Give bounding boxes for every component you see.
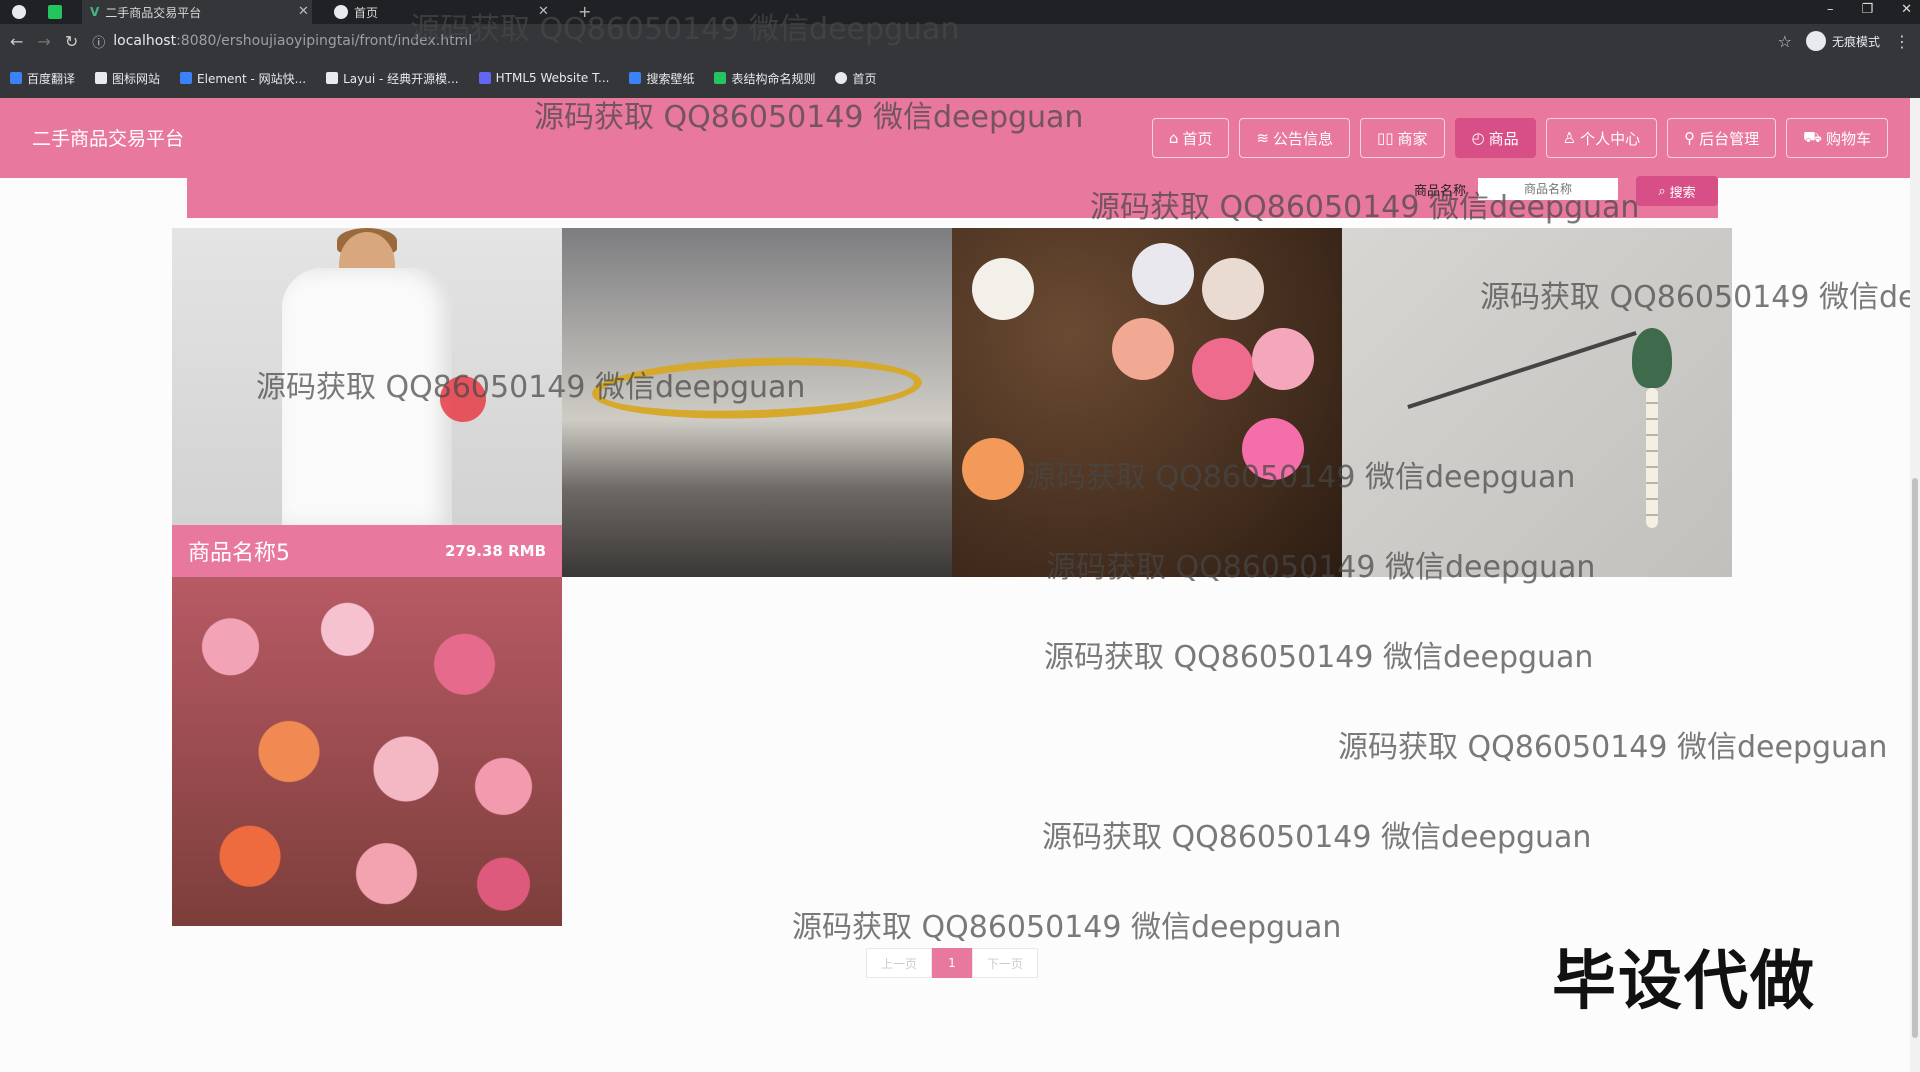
back-icon[interactable]: ← — [10, 32, 23, 51]
page-scrollbar[interactable] — [1910, 98, 1920, 1072]
site-header: 二手商品交易平台 ⌂ 首页 ≋ 公告信息 ▯▯ 商家 ◴ 商品 ♙ 个人中心 ⚲ 后台管理 … — [0, 98, 1910, 178]
product-card[interactable]: 商品名称5 279.38 RMB — [172, 228, 562, 577]
nav-home[interactable]: ⌂ 首页 — [1151, 118, 1230, 158]
bookmark-item[interactable]: 百度翻译 — [10, 70, 75, 87]
incognito-icon — [1805, 31, 1826, 51]
product-price: 279.38 RMB — [444, 542, 546, 560]
window-controls: – ❐ ✕ — [1827, 2, 1912, 17]
browser-chrome: V 二手商品交易平台 ✕ 首页 ✕ + – ❐ ✕ ← → ↻ ⓘ localh… — [0, 0, 1920, 98]
reload-icon[interactable]: ↻ — [65, 32, 78, 51]
bookmark-item[interactable]: Element - 网站快... — [180, 70, 306, 87]
main-nav: ⌂ 首页 ≋ 公告信息 ▯▯ 商家 ◴ 商品 ♙ 个人中心 ⚲ 后台管理 ⛟ 购物车 — [1151, 118, 1888, 158]
user-icon: ♙ — [1562, 129, 1577, 147]
pinned-tab[interactable] — [40, 0, 70, 24]
shop-icon: ▯▯ — [1376, 129, 1394, 147]
restore-icon[interactable]: ❐ — [1861, 2, 1873, 17]
site-brand[interactable]: 二手商品交易平台 — [32, 124, 184, 151]
product-icon: ◴ — [1471, 129, 1485, 147]
browser-menu-icon[interactable] — [4, 0, 34, 24]
vue-icon: V — [90, 5, 100, 19]
product-card[interactable] — [952, 228, 1342, 577]
incognito-label: 无痕模式 — [1831, 34, 1880, 49]
watermark: 源码获取 QQ86050149 微信deepguan — [1044, 640, 1594, 675]
globe-icon — [835, 72, 848, 84]
product-card[interactable] — [562, 228, 952, 577]
product-card[interactable] — [1342, 228, 1732, 577]
product-caption: 商品名称5 279.38 RMB — [172, 525, 562, 577]
search-button[interactable]: ⌕ 搜索 — [1636, 176, 1718, 206]
next-page-button[interactable]: 下一页 — [972, 948, 1038, 978]
bookmark-icon — [629, 72, 642, 84]
url-host: localhost — [113, 33, 177, 49]
nav-cart[interactable]: ⛟ 购物车 — [1786, 118, 1888, 158]
close-tab-icon[interactable]: ✕ — [538, 4, 549, 19]
bookmark-item[interactable]: 首页 — [835, 70, 877, 87]
prev-page-button[interactable]: 上一页 — [866, 948, 932, 978]
pagination: 上一页 1 下一页 — [866, 948, 1038, 978]
bookmarks-bar: 百度翻译 图标网站 Element - 网站快... Layui - 经典开源模… — [0, 58, 1920, 98]
tab-strip: V 二手商品交易平台 ✕ 首页 ✕ + – ❐ ✕ — [0, 0, 1920, 24]
link-icon: ⚲ — [1684, 129, 1696, 147]
product-name: 商品名称5 — [188, 541, 290, 566]
page-1-button[interactable]: 1 — [932, 948, 972, 978]
url-field[interactable]: ⓘ localhost:8080/ershoujiaoyipingtai/fro… — [92, 32, 1763, 51]
info-icon[interactable]: ⓘ — [92, 32, 105, 51]
url-path: :8080/ershoujiaoyipingtai/front/index.ht… — [176, 33, 473, 49]
product-image-makeup-set — [952, 228, 1342, 577]
cart-icon: ⛟ — [1803, 128, 1822, 146]
globe-icon — [334, 5, 348, 19]
incognito-indicator[interactable]: 无痕模式 — [1805, 31, 1880, 51]
bookmark-item[interactable]: HTML5 Website T... — [478, 71, 609, 85]
watermark: 源码获取 QQ86050149 微信deepguan — [1042, 820, 1592, 855]
nav-admin[interactable]: ⚲ 后台管理 — [1667, 118, 1777, 158]
promo-stamp: 毕设代做 — [1552, 945, 1816, 1019]
tab-platform[interactable]: V 二手商品交易平台 — [82, 0, 312, 24]
bookmark-item[interactable]: 图标网站 — [95, 70, 160, 87]
product-image-gold-chain — [562, 228, 952, 577]
product-image-hairpin — [1342, 228, 1732, 577]
bookmark-item[interactable]: 表结构命名规则 — [714, 70, 815, 87]
bulletin-icon: ≋ — [1256, 129, 1269, 147]
home-icon: ⌂ — [1168, 129, 1179, 147]
bookmark-icon — [180, 72, 193, 84]
bookmark-icon — [95, 72, 108, 84]
nav-profile[interactable]: ♙ 个人中心 — [1545, 118, 1658, 158]
address-bar: ← → ↻ ⓘ localhost:8080/ershoujiaoyipingt… — [0, 24, 1920, 58]
bookmark-item[interactable]: 搜索壁纸 — [629, 70, 694, 87]
scrollbar-thumb[interactable] — [1912, 478, 1918, 1038]
forward-icon[interactable]: → — [37, 32, 50, 51]
bookmark-icon — [326, 72, 339, 84]
nav-bulletin[interactable]: ≋ 公告信息 — [1239, 118, 1350, 158]
search-input[interactable] — [1478, 178, 1618, 200]
nav-merchant[interactable]: ▯▯ 商家 — [1359, 118, 1445, 158]
star-icon[interactable]: ☆ — [1778, 32, 1792, 51]
product-image-flowers — [172, 577, 562, 926]
more-menu-icon[interactable]: ⋮ — [1894, 32, 1910, 51]
watermark: 源码获取 QQ86050149 微信deepguan — [1338, 730, 1888, 765]
tab-home[interactable]: 首页 — [326, 0, 556, 24]
close-window-icon[interactable]: ✕ — [1901, 2, 1912, 17]
plus-icon[interactable]: + — [578, 2, 591, 21]
bookmark-item[interactable]: Layui - 经典开源模... — [326, 70, 459, 87]
search-label: 商品名称 — [1413, 184, 1466, 199]
close-tab-icon[interactable]: ✕ — [298, 4, 309, 19]
product-card[interactable] — [172, 577, 562, 926]
watermark: 源码获取 QQ86050149 微信deepguan — [792, 910, 1342, 945]
cursor-highlight — [440, 376, 486, 422]
bookmark-icon — [714, 72, 727, 84]
search-bar: 商品名称 ⌕ 搜索 — [187, 176, 1718, 218]
bookmark-icon — [10, 72, 22, 84]
tab-title: 二手商品交易平台 — [105, 5, 202, 20]
tab-title: 首页 — [354, 5, 379, 20]
bookmark-icon — [478, 72, 491, 84]
minimize-icon[interactable]: – — [1827, 2, 1834, 17]
nav-products[interactable]: ◴ 商品 — [1454, 118, 1536, 158]
search-icon: ⌕ — [1658, 183, 1666, 199]
